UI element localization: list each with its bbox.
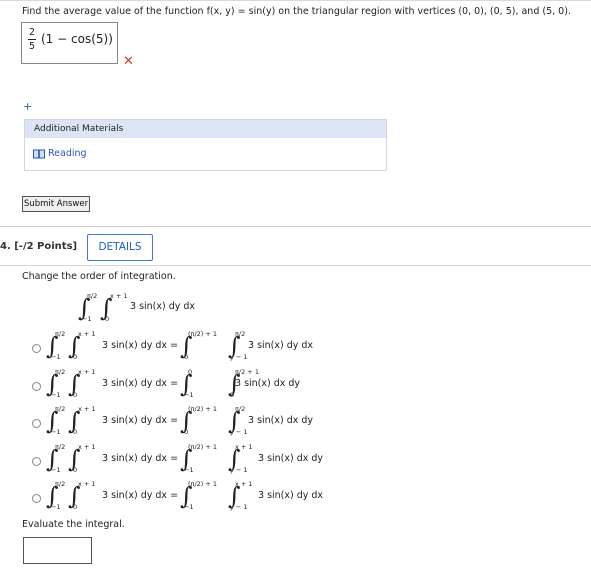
rhs-outer-upper-limit: (π/2) + 1 <box>188 480 218 488</box>
given-integral: ∫ π/2 −1 ∫ x + 1 0 3 sin(x) dy dx <box>78 292 218 326</box>
given-integrand: 3 sin(x) dy dx <box>130 301 196 312</box>
option-radio[interactable] <box>32 419 41 428</box>
instruction-text: Change the order of integration. <box>22 271 176 282</box>
submit-answer-button[interactable]: Submit Answer <box>22 196 90 212</box>
expand-plus-icon[interactable]: + <box>23 100 32 113</box>
reading-link[interactable]: Reading <box>33 148 87 159</box>
rhs-inner-lower-limit: 0 <box>230 391 235 399</box>
lhs-integrand: 3 sin(x) dy dx = <box>102 378 179 389</box>
book-icon <box>33 149 45 158</box>
inner-upper-limit: x + 1 <box>110 292 128 300</box>
rhs-outer-lower-limit: −1 <box>184 391 194 399</box>
lhs-inner-lower-limit: 0 <box>73 428 78 436</box>
rhs-inner-lower-limit: y − 1 <box>230 428 248 436</box>
rhs-outer-upper-limit: (π/2) + 1 <box>188 330 218 338</box>
reading-link-label: Reading <box>48 148 87 159</box>
question-text: Find the average value of the function f… <box>22 6 571 17</box>
answer-field[interactable]: 2 5 (1 − cos(5)) <box>21 22 118 64</box>
answer-fraction: 2 5 <box>28 27 36 52</box>
rhs-inner-upper-limit: π/2 <box>235 330 246 338</box>
lhs-outer-lower-limit: −1 <box>51 466 61 474</box>
evaluate-answer-input[interactable] <box>23 537 92 564</box>
lhs-outer-upper-limit: π/2 <box>55 368 66 376</box>
lhs-outer-upper-limit: π/2 <box>55 443 66 451</box>
incorrect-cross-icon: ✕ <box>123 54 134 69</box>
rhs-outer-lower-limit: 0 <box>184 353 189 361</box>
lhs-inner-lower-limit: 0 <box>73 391 78 399</box>
rhs-outer-upper-limit: (π/2) + 1 <box>188 443 218 451</box>
lhs-inner-upper-limit: x + 1 <box>78 443 96 451</box>
lhs-inner-upper-limit: x + 1 <box>78 330 96 338</box>
outer-lower-limit: −1 <box>82 315 92 323</box>
fraction-denominator: 5 <box>28 41 36 52</box>
rhs-outer-upper-limit: (π/2) + 1 <box>188 405 218 413</box>
lhs-integrand: 3 sin(x) dy dx = <box>102 490 179 501</box>
additional-materials-label: Additional Materials <box>34 124 124 134</box>
rhs-inner-upper-limit: x + 1 <box>235 443 253 451</box>
lhs-inner-upper-limit: x + 1 <box>78 480 96 488</box>
lhs-inner-lower-limit: 0 <box>73 466 78 474</box>
details-button[interactable]: DETAILS <box>87 234 153 261</box>
rhs-integrand: 3 sin(x) dx dy <box>235 378 301 389</box>
option-radio[interactable] <box>32 382 41 391</box>
answer-expression: (1 − cos(5)) <box>41 32 113 46</box>
inner-lower-limit: 0 <box>105 315 110 323</box>
header-divider <box>0 265 591 266</box>
option-row-3: ∫ π/2 −1 ∫ x + 1 0 3 sin(x) dy dx = ∫ (π… <box>30 405 350 439</box>
lhs-outer-lower-limit: −1 <box>51 391 61 399</box>
rhs-outer-lower-limit: −1 <box>184 466 194 474</box>
top-divider <box>0 0 591 1</box>
option-row-2: ∫ π/2 −1 ∫ x + 1 0 3 sin(x) dy dx = ∫ 0 … <box>30 368 350 402</box>
lhs-inner-upper-limit: x + 1 <box>78 405 96 413</box>
evaluate-label: Evaluate the integral. <box>22 519 125 530</box>
rhs-outer-upper-limit: 0 <box>188 368 193 376</box>
lhs-outer-lower-limit: −1 <box>51 353 61 361</box>
option-row-5: ∫ π/2 −1 ∫ x + 1 0 3 sin(x) dy dx = ∫ (π… <box>30 480 350 514</box>
lhs-outer-upper-limit: π/2 <box>55 405 66 413</box>
lhs-outer-lower-limit: −1 <box>51 428 61 436</box>
outer-upper-limit: π/2 <box>87 292 98 300</box>
additional-materials-header: Additional Materials <box>25 120 386 138</box>
rhs-inner-lower-limit: y − 1 <box>230 353 248 361</box>
option-row-1: ∫ π/2 −1 ∫ x + 1 0 3 sin(x) dy dx = ∫ (π… <box>30 330 350 364</box>
lhs-outer-upper-limit: π/2 <box>55 480 66 488</box>
rhs-inner-upper-limit: π/2 + 1 <box>235 368 259 376</box>
rhs-inner-lower-limit: y − 1 <box>230 503 248 511</box>
lhs-outer-lower-limit: −1 <box>51 503 61 511</box>
rhs-inner-lower-limit: y − 1 <box>230 466 248 474</box>
lhs-integrand: 3 sin(x) dy dx = <box>102 453 179 464</box>
fraction-numerator: 2 <box>28 27 36 38</box>
rhs-integrand: 3 sin(x) dx dy <box>248 415 314 426</box>
rhs-outer-lower-limit: −1 <box>184 503 194 511</box>
rhs-integrand: 3 sin(x) dx dy <box>258 453 324 464</box>
lhs-inner-lower-limit: 0 <box>73 503 78 511</box>
lhs-integrand: 3 sin(x) dy dx = <box>102 340 179 351</box>
section-divider <box>0 226 591 227</box>
rhs-inner-upper-limit: x + 1 <box>235 480 253 488</box>
rhs-inner-upper-limit: π/2 <box>235 405 246 413</box>
option-radio[interactable] <box>32 344 41 353</box>
lhs-inner-upper-limit: x + 1 <box>78 368 96 376</box>
rhs-integrand: 3 sin(x) dy dx <box>248 340 314 351</box>
option-radio[interactable] <box>32 494 41 503</box>
additional-materials-panel: Additional Materials Reading <box>24 119 387 171</box>
rhs-outer-lower-limit: 0 <box>184 428 189 436</box>
lhs-inner-lower-limit: 0 <box>73 353 78 361</box>
question-number: 4. [-/2 Points] <box>0 241 78 252</box>
lhs-integrand: 3 sin(x) dy dx = <box>102 415 179 426</box>
rhs-integrand: 3 sin(x) dy dx <box>258 490 324 501</box>
option-radio[interactable] <box>32 457 41 466</box>
lhs-outer-upper-limit: π/2 <box>55 330 66 338</box>
option-row-4: ∫ π/2 −1 ∫ x + 1 0 3 sin(x) dy dx = ∫ (π… <box>30 443 350 477</box>
